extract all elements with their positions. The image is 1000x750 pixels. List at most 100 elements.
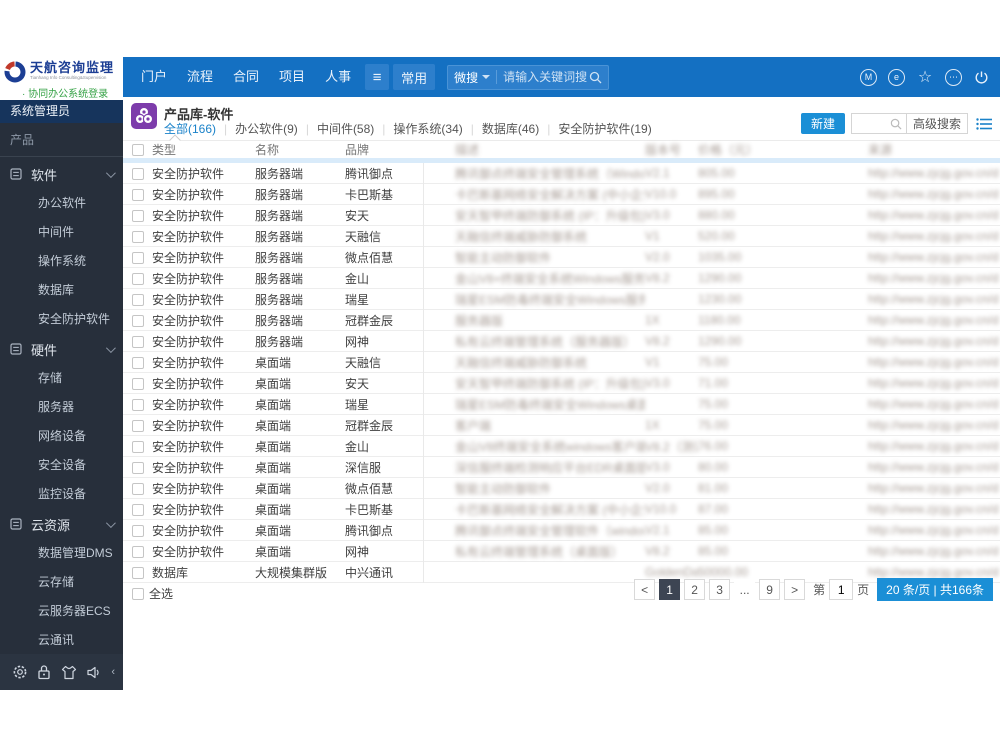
pagination-page-3[interactable]: 3 [709,579,731,600]
sidebar-group-软件[interactable]: 软件 [0,159,123,189]
table-row[interactable]: 安全防护软件 桌面端 冠群金辰 客户端 1X 75.00 http://www.zjcjg.… [123,415,1000,436]
row-checkbox[interactable] [132,461,144,474]
table-row[interactable]: 安全防护软件 桌面端 腾讯御点 腾讯御点终端安全管理软件（windows版）V2.1V… [123,520,1000,541]
table-row[interactable]: 安全防护软件 桌面端 安天 安天智甲终端防御系统 (IP：升级包) V3.0 71.00 h… [123,373,1000,394]
row-checkbox[interactable] [132,167,144,180]
settings-gear-icon[interactable] [12,664,28,680]
sidebar-item-网络设备[interactable]: 网络设备 [0,422,123,451]
pagination-page-9[interactable]: 9 [759,579,781,600]
page-number-input[interactable] [829,579,854,600]
sidebar-item-云服务器ECS[interactable]: 云服务器ECS [0,597,123,626]
top-nav-item[interactable]: 人事 [315,57,361,97]
sidebar-item-监控设备[interactable]: 监控设备 [0,480,123,509]
theme-skin-icon[interactable] [61,665,77,680]
global-search-input[interactable] [503,70,590,84]
row-checkbox[interactable] [132,335,144,348]
row-checkbox[interactable] [132,293,144,306]
more-options-icon[interactable]: ⋯ [945,68,962,86]
tab-办公软件(9)[interactable]: 办公软件(9) [235,120,298,137]
top-nav-item[interactable]: 门户 [131,57,177,97]
table-row[interactable]: 安全防护软件 服务器端 微点佰慧 智能主动防御软件 V2.0 1035.00 http://… [123,247,1000,268]
pagination-page-1[interactable]: 1 [659,579,681,600]
sidebar-item-数据库[interactable]: 数据库 [0,276,123,305]
list-view-icon[interactable] [976,117,992,131]
row-cell: V8.2 [645,544,670,558]
row-checkbox[interactable] [132,398,144,411]
row-checkbox[interactable] [132,377,144,390]
tab-数据库(46)[interactable]: 数据库(46) [482,120,539,137]
m-badge-icon[interactable]: M [860,68,877,86]
pagination-page-2[interactable]: 2 [684,579,706,600]
page-size-badge[interactable]: 20 条/页 | 共166条 [877,578,993,601]
row-checkbox[interactable] [132,188,144,201]
pagination-prev-button[interactable]: < [634,579,656,600]
sidebar-group-硬件[interactable]: 硬件 [0,334,123,364]
table-row[interactable]: 安全防护软件 服务器端 天融信 天融信终端威胁防御系统 V1 520.00 http://w… [123,226,1000,247]
search-scope-label[interactable]: 微搜 [454,69,478,86]
table-row[interactable]: 安全防护软件 服务器端 金山 金山V8+终端安全系统Windows服务器版V8.2 12… [123,268,1000,289]
pagination-next-button[interactable]: > [784,579,806,600]
sidebar-group-云资源[interactable]: 云资源 [0,509,123,539]
advanced-search-button[interactable]: 高级搜索 [905,114,967,133]
row-checkbox[interactable] [132,251,144,264]
sidebar-item-数据管理DMS[interactable]: 数据管理DMS [0,539,123,568]
table-row[interactable]: 安全防护软件 桌面端 卡巴斯基 卡巴斯基网络安全解决方案 (中小企业版) - 标准版V… [123,499,1000,520]
volume-speaker-icon[interactable] [86,665,102,680]
sidebar-item-操作系统[interactable]: 操作系统 [0,247,123,276]
message-icon[interactable]: e [888,68,905,86]
table-row[interactable]: 安全防护软件 服务器端 安天 安天智甲终端防御系统 (IP：升级包) V3.0 880.0… [123,205,1000,226]
row-checkbox[interactable] [132,503,144,516]
sidebar-item-安全防护软件[interactable]: 安全防护软件 [0,305,123,334]
table-search-input[interactable] [851,114,890,133]
row-checkbox[interactable] [132,545,144,558]
top-nav-item[interactable]: 项目 [269,57,315,97]
sidebar-item-云存储[interactable]: 云存储 [0,568,123,597]
table-row[interactable]: 安全防护软件 桌面端 网神 私有云终端管理系统（桌面版） V8.2 85.00 http:/… [123,541,1000,562]
sidebar-item-安全设备[interactable]: 安全设备 [0,451,123,480]
power-logout-icon[interactable] [973,69,990,86]
sidebar-item-存储[interactable]: 存储 [0,364,123,393]
tab-全部(166)[interactable]: 全部(166) [164,120,216,137]
sidebar-item-中间件[interactable]: 中间件 [0,218,123,247]
table-row[interactable]: 安全防护软件 服务器端 网神 私有云终端管理系统（服务器版） V8.2 1290.00 ht… [123,331,1000,352]
top-nav-item[interactable]: 流程 [177,57,223,97]
header-select-checkbox[interactable] [132,144,144,157]
table-row[interactable]: 安全防护软件 服务器端 瑞星 瑞星ESM防毒终端安全Windows服务器 1230.00… [123,289,1000,310]
tab-安全防护软件(19)[interactable]: 安全防护软件(19) [558,120,651,137]
row-checkbox[interactable] [132,356,144,369]
row-checkbox[interactable] [132,209,144,222]
lock-screen-icon[interactable] [37,664,51,680]
row-checkbox[interactable] [132,272,144,285]
table-row[interactable]: 安全防护软件 桌面端 瑞星 瑞星ESM防毒终端安全Windows桌面版 75.00 htt… [123,394,1000,415]
table-row[interactable]: 安全防护软件 服务器端 腾讯御点 腾讯御点终端安全管理系统（Windows版）V2.1… [123,163,1000,184]
search-icon[interactable] [890,114,906,133]
table-row[interactable]: 安全防护软件 服务器端 卡巴斯基 卡巴斯基网络安全解决方案 (中小企业版) 三年期授权… [123,184,1000,205]
tab-操作系统(34)[interactable]: 操作系统(34) [393,120,462,137]
hamburger-menu-button[interactable]: ≡ [365,64,390,90]
row-checkbox[interactable] [132,482,144,495]
top-nav-item[interactable]: 合同 [223,57,269,97]
favorite-star-icon[interactable]: ☆ [916,69,934,86]
sidebar-item-办公软件[interactable]: 办公软件 [0,189,123,218]
table-row[interactable]: 安全防护软件 服务器端 冠群金辰 服务器版 1X 1180.00 http://www.zj… [123,310,1000,331]
favorites-menu-button[interactable]: 常用 [393,64,436,90]
row-checkbox[interactable] [132,524,144,537]
new-button[interactable]: 新建 [800,113,845,134]
row-checkbox[interactable] [132,230,144,243]
row-checkbox[interactable] [132,440,144,453]
row-cell: http://www.zjcjg.gov.cn/djg/ [868,439,998,453]
collapse-sidebar-icon[interactable]: ‹ [111,666,115,678]
table-row[interactable]: 安全防护软件 桌面端 深信服 深信服终端检测响应平台EDR桌面版 V3.0 80.00 ht… [123,457,1000,478]
search-icon[interactable] [589,71,602,84]
table-row[interactable]: 安全防护软件 桌面端 天融信 天融信终端威胁防御系统 V1 75.00 http://www… [123,352,1000,373]
sidebar-item-服务器[interactable]: 服务器 [0,393,123,422]
row-cell: http://www.zjcjg.gov.cn/djg/ [868,523,998,537]
row-checkbox[interactable] [132,419,144,432]
table-row[interactable]: 安全防护软件 桌面端 微点佰慧 智能主动防御软件 V2.0 81.00 http://www… [123,478,1000,499]
row-checkbox[interactable] [132,566,144,579]
select-all-checkbox[interactable] [132,587,144,600]
tab-中间件(58)[interactable]: 中间件(58) [317,120,374,137]
row-checkbox[interactable] [132,314,144,327]
table-row[interactable]: 安全防护软件 桌面端 金山 金山V8终端安全系统windows客户端V8.2（测试）7… [123,436,1000,457]
sidebar-item-云通讯[interactable]: 云通讯 [0,626,123,655]
